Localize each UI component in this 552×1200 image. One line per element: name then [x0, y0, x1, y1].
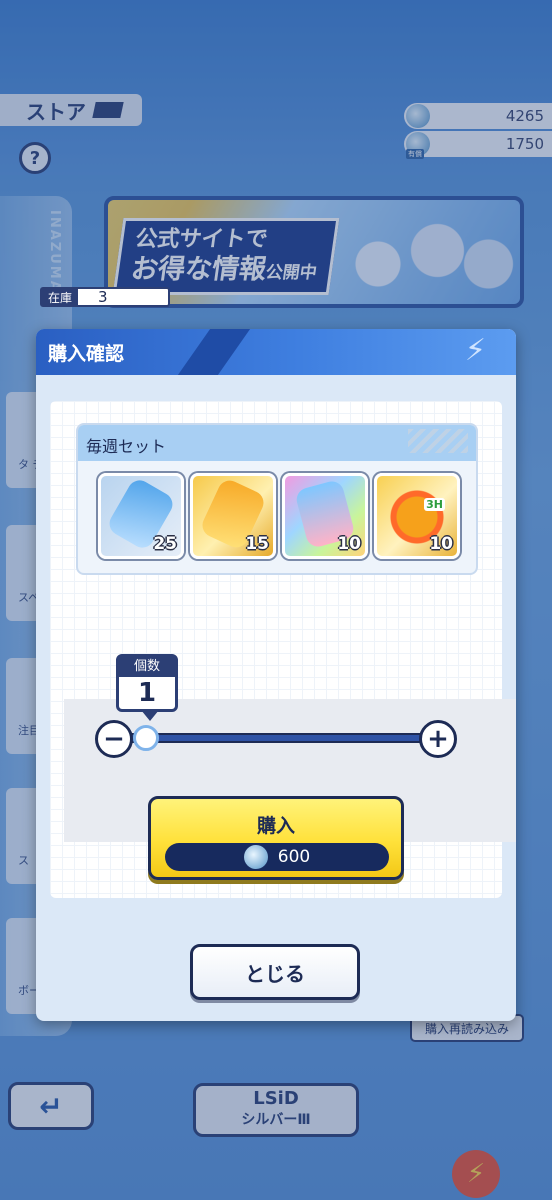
price-value: 600 [277, 847, 311, 867]
set-contents-panel: 毎週セット 25 15 10 3H 10 [76, 423, 478, 575]
increase-quantity-button[interactable]: + [419, 720, 457, 758]
item-qty: 15 [245, 534, 269, 554]
coin-icon [243, 845, 268, 869]
quantity-label: 個数 [119, 657, 175, 677]
header-stripe [177, 329, 251, 375]
purchase-label: 購入 [256, 815, 295, 837]
item-list: 25 15 10 3H 10 [98, 473, 460, 559]
purchase-confirm-dialog: 購入確認 ⚡ 毎週セット 25 15 10 3H 10 [36, 329, 516, 1021]
item-qty: 25 [153, 534, 177, 554]
quantity-pointer [141, 710, 159, 721]
stock-label: 在庫 [42, 289, 79, 305]
stock-value: 3 [98, 288, 108, 306]
header-deco [408, 429, 468, 453]
item-qty: 10 [337, 534, 361, 554]
price-pill: 600 [165, 843, 389, 871]
quantity-display: 個数 1 [116, 654, 178, 721]
purchase-button[interactable]: 購入 600 [148, 796, 404, 880]
item-qty: 10 [429, 534, 453, 554]
dialog-title: 購入確認 [48, 343, 125, 365]
item-flame-glove[interactable]: 3H 10 [374, 473, 460, 559]
decrease-quantity-button[interactable]: − [95, 720, 133, 758]
close-button[interactable]: とじる [190, 944, 360, 1000]
lightning-icon: ⚡ [464, 333, 486, 368]
item-rainbow-drink[interactable]: 10 [282, 473, 368, 559]
quantity-slider-thumb[interactable] [133, 725, 159, 751]
item-gold-drink[interactable]: 15 [190, 473, 276, 559]
item-duration: 3H [424, 498, 445, 511]
set-title: 毎週セット [86, 437, 167, 456]
quantity-value: 1 [137, 678, 157, 708]
dialog-header: 購入確認 ⚡ [36, 329, 516, 375]
stock-indicator: 在庫 3 [40, 287, 170, 307]
item-water-bottle[interactable]: 25 [98, 473, 184, 559]
